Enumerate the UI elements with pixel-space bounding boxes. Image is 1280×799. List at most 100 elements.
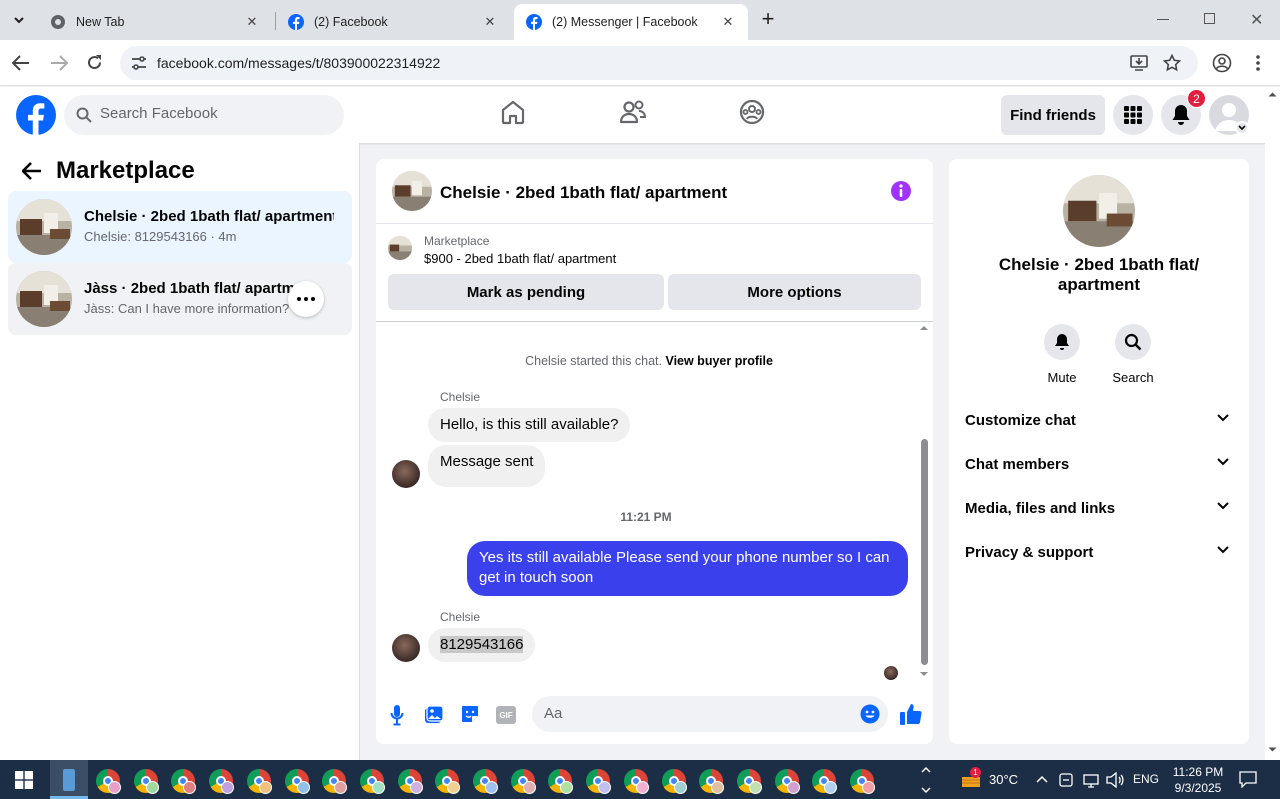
close-icon[interactable]: ✕ bbox=[482, 14, 498, 30]
message-input-box[interactable] bbox=[532, 696, 888, 732]
view-buyer-profile-link[interactable]: View buyer profile bbox=[665, 354, 772, 368]
mute-button[interactable]: Mute bbox=[1027, 324, 1097, 385]
incoming-message[interactable]: 8129543166 bbox=[428, 628, 536, 662]
customize-chat-section[interactable]: Customize chat bbox=[965, 412, 1233, 429]
facebook-logo-icon[interactable] bbox=[16, 95, 56, 135]
clock[interactable]: 11:26 PM 9/3/2025 bbox=[1172, 764, 1224, 796]
chrome-taskbar-icon[interactable] bbox=[510, 769, 536, 794]
chat-header: Chelsie · 2bed 1bath flat/ apartment bbox=[376, 159, 933, 224]
address-bar[interactable]: facebook.com/messages/t/803900022314922 bbox=[120, 46, 1198, 80]
microphone-icon[interactable] bbox=[390, 704, 404, 726]
emoji-icon[interactable] bbox=[860, 704, 880, 724]
taskbar-app-active[interactable] bbox=[50, 760, 88, 799]
listing-avatar[interactable] bbox=[392, 171, 432, 211]
sticker-icon[interactable] bbox=[460, 704, 480, 724]
site-settings-icon[interactable] bbox=[131, 56, 147, 70]
tab-new-tab[interactable]: New Tab ✕ bbox=[38, 4, 272, 40]
chat-scrollbar-thumb[interactable] bbox=[921, 439, 928, 665]
taskbar-scroll-icon[interactable] bbox=[921, 766, 931, 794]
search-input[interactable] bbox=[100, 105, 330, 122]
close-icon[interactable]: ✕ bbox=[244, 14, 260, 30]
home-icon[interactable] bbox=[500, 99, 526, 125]
avatar[interactable] bbox=[392, 460, 420, 488]
mark-as-pending-button[interactable]: Mark as pending bbox=[388, 274, 664, 310]
privacy-support-section[interactable]: Privacy & support bbox=[965, 544, 1233, 561]
tab-messenger[interactable]: (2) Messenger | Facebook ✕ bbox=[514, 4, 748, 40]
meet-now-icon[interactable] bbox=[1059, 772, 1073, 788]
search-conversation-button[interactable]: Search bbox=[1098, 324, 1168, 385]
reload-icon[interactable] bbox=[86, 54, 103, 71]
outgoing-message[interactable]: Yes its still available Please send your… bbox=[467, 541, 908, 596]
network-icon[interactable] bbox=[1083, 772, 1099, 788]
conversation-options-button[interactable] bbox=[288, 281, 324, 317]
volume-icon[interactable] bbox=[1106, 772, 1124, 788]
chrome-taskbar-icon[interactable] bbox=[473, 769, 498, 794]
back-arrow-icon[interactable] bbox=[12, 55, 30, 71]
listing-profile-photo[interactable] bbox=[1063, 175, 1135, 247]
scroll-up-icon[interactable] bbox=[919, 325, 929, 331]
gif-icon[interactable]: GIF bbox=[496, 706, 516, 724]
chrome-taskbar-icon[interactable] bbox=[548, 769, 574, 794]
chrome-taskbar-icon[interactable] bbox=[850, 769, 875, 794]
scroll-down-icon[interactable] bbox=[919, 671, 929, 677]
chrome-taskbar-icon[interactable] bbox=[171, 769, 197, 794]
profile-icon[interactable] bbox=[1212, 53, 1232, 73]
close-icon[interactable]: ✕ bbox=[720, 14, 736, 30]
facebook-search[interactable] bbox=[64, 95, 344, 135]
chrome-taskbar-icon[interactable] bbox=[96, 769, 121, 794]
photo-icon[interactable] bbox=[424, 705, 444, 725]
chrome-taskbar-icon[interactable] bbox=[661, 769, 687, 794]
scroll-up-icon[interactable] bbox=[1268, 91, 1277, 97]
more-options-button[interactable]: More options bbox=[668, 274, 921, 310]
chevron-up-icon[interactable] bbox=[1036, 775, 1048, 783]
menu-button[interactable] bbox=[1113, 95, 1153, 135]
forward-arrow-icon[interactable] bbox=[50, 55, 68, 71]
incoming-message[interactable]: Message sent bbox=[428, 445, 546, 487]
message-input[interactable] bbox=[544, 705, 844, 722]
chrome-taskbar-icon[interactable] bbox=[322, 769, 348, 794]
scroll-down-icon[interactable] bbox=[1268, 747, 1277, 753]
minimize-button[interactable] bbox=[1157, 10, 1171, 24]
chrome-taskbar-icon[interactable] bbox=[209, 769, 235, 794]
chrome-taskbar-icon[interactable] bbox=[623, 769, 649, 794]
chrome-taskbar-icon[interactable] bbox=[812, 769, 838, 794]
temperature[interactable]: 30°C bbox=[989, 772, 1018, 787]
friends-icon[interactable] bbox=[619, 99, 647, 125]
incoming-message[interactable]: Hello, is this still available? bbox=[428, 408, 631, 442]
chrome-taskbar-icon[interactable] bbox=[246, 769, 272, 794]
chat-title[interactable]: Chelsie · 2bed 1bath flat/ apartment bbox=[440, 183, 727, 203]
info-icon[interactable] bbox=[890, 180, 912, 202]
conversation-item[interactable]: Chelsie · 2bed 1bath flat/ apartment Che… bbox=[8, 191, 352, 263]
chrome-taskbar-icon[interactable] bbox=[435, 769, 461, 794]
chrome-taskbar-icon[interactable] bbox=[133, 769, 159, 794]
chrome-taskbar-icon[interactable] bbox=[586, 769, 612, 794]
chrome-taskbar-icon[interactable] bbox=[359, 769, 385, 794]
thumbs-up-icon[interactable] bbox=[899, 702, 923, 726]
chrome-taskbar-icon[interactable] bbox=[774, 769, 800, 794]
windows-start-icon[interactable] bbox=[15, 771, 33, 789]
media-files-links-section[interactable]: Media, files and links bbox=[965, 500, 1233, 517]
weather-widget[interactable]: 1 bbox=[960, 767, 982, 789]
groups-icon[interactable] bbox=[739, 99, 765, 125]
chrome-taskbar-icon[interactable] bbox=[397, 769, 423, 794]
chrome-taskbar-icon[interactable] bbox=[284, 769, 310, 794]
notification-center-icon[interactable] bbox=[1239, 771, 1257, 788]
listing-price[interactable]: $900 - 2bed 1bath flat/ apartment bbox=[424, 251, 616, 266]
find-friends-button[interactable]: Find friends bbox=[1001, 95, 1105, 135]
bookmark-star-icon[interactable] bbox=[1163, 54, 1181, 72]
chrome-taskbar-icon[interactable] bbox=[736, 769, 762, 794]
kebab-menu-icon[interactable] bbox=[1255, 54, 1261, 72]
new-tab-button[interactable]: + bbox=[757, 8, 779, 31]
page-scrollbar[interactable] bbox=[1265, 87, 1280, 760]
account-chevron[interactable] bbox=[1235, 121, 1249, 135]
maximize-button[interactable] bbox=[1204, 13, 1215, 24]
install-app-icon[interactable] bbox=[1130, 55, 1148, 71]
chrome-taskbar-icon[interactable] bbox=[699, 769, 725, 794]
chat-members-section[interactable]: Chat members bbox=[965, 456, 1233, 473]
window-close-button[interactable]: ✕ bbox=[1250, 10, 1263, 30]
tab-search-button[interactable] bbox=[8, 9, 30, 31]
language-indicator[interactable]: ENG bbox=[1133, 772, 1159, 786]
back-arrow-icon[interactable] bbox=[22, 162, 42, 180]
avatar[interactable] bbox=[392, 634, 420, 662]
tab-facebook[interactable]: (2) Facebook ✕ bbox=[276, 4, 510, 40]
